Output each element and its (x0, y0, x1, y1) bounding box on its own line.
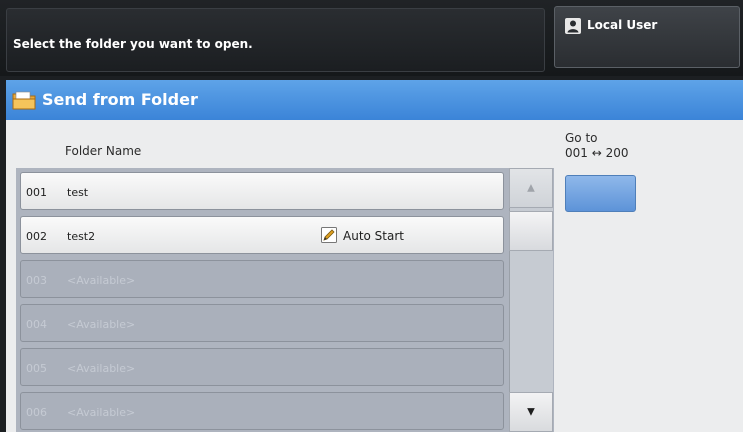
folder-name: test (67, 186, 89, 199)
folder-row-001[interactable]: 001 test (20, 172, 504, 210)
auto-start-label: Auto Start (343, 229, 404, 243)
panel-header: Send from Folder (6, 80, 743, 120)
scroll-up-button[interactable]: ▲ (509, 168, 553, 208)
folder-name: <Available> (67, 274, 136, 287)
instruction-message: Select the folder you want to open. (13, 37, 253, 51)
folder-row-003[interactable]: 003 <Available> (20, 260, 504, 298)
folder-name: <Available> (67, 362, 136, 375)
top-bar: Select the folder you want to open. Loca… (0, 0, 743, 76)
folder-number: 003 (26, 274, 47, 287)
message-area: Select the folder you want to open. (6, 8, 545, 72)
local-user-label: Local User (587, 18, 658, 32)
folder-row-006[interactable]: 006 <Available> (20, 392, 504, 430)
scroll-down-button[interactable]: ▼ (509, 392, 553, 432)
user-icon (565, 18, 581, 34)
folder-row-002[interactable]: 002 test2 Auto Start (20, 216, 504, 254)
folder-name: test2 (67, 230, 96, 243)
folder-number: 006 (26, 406, 47, 419)
panel-title: Send from Folder (42, 90, 198, 109)
goto-label: Go to 001 ↔ 200 (565, 131, 629, 161)
folder-number: 002 (26, 230, 47, 243)
goto-title: Go to (565, 131, 598, 145)
triangle-up-icon: ▲ (527, 182, 535, 194)
triangle-down-icon: ▼ (527, 406, 535, 418)
goto-input-button[interactable] (565, 175, 636, 212)
pencil-icon (321, 227, 337, 243)
folder-number: 004 (26, 318, 47, 331)
scrollbar-thumb[interactable] (509, 211, 553, 251)
folder-row-004[interactable]: 004 <Available> (20, 304, 504, 342)
folder-name: <Available> (67, 318, 136, 331)
folder-row-005[interactable]: 005 <Available> (20, 348, 504, 386)
send-from-folder-panel: Send from Folder Folder Name Go to 001 ↔… (6, 80, 743, 432)
folder-number: 005 (26, 362, 47, 375)
folder-icon (12, 91, 36, 110)
folder-name-column-header: Folder Name (65, 144, 142, 158)
local-user-button[interactable]: Local User (554, 6, 740, 68)
goto-range: 001 ↔ 200 (565, 146, 629, 160)
folder-name: <Available> (67, 406, 136, 419)
folder-number: 001 (26, 186, 47, 199)
